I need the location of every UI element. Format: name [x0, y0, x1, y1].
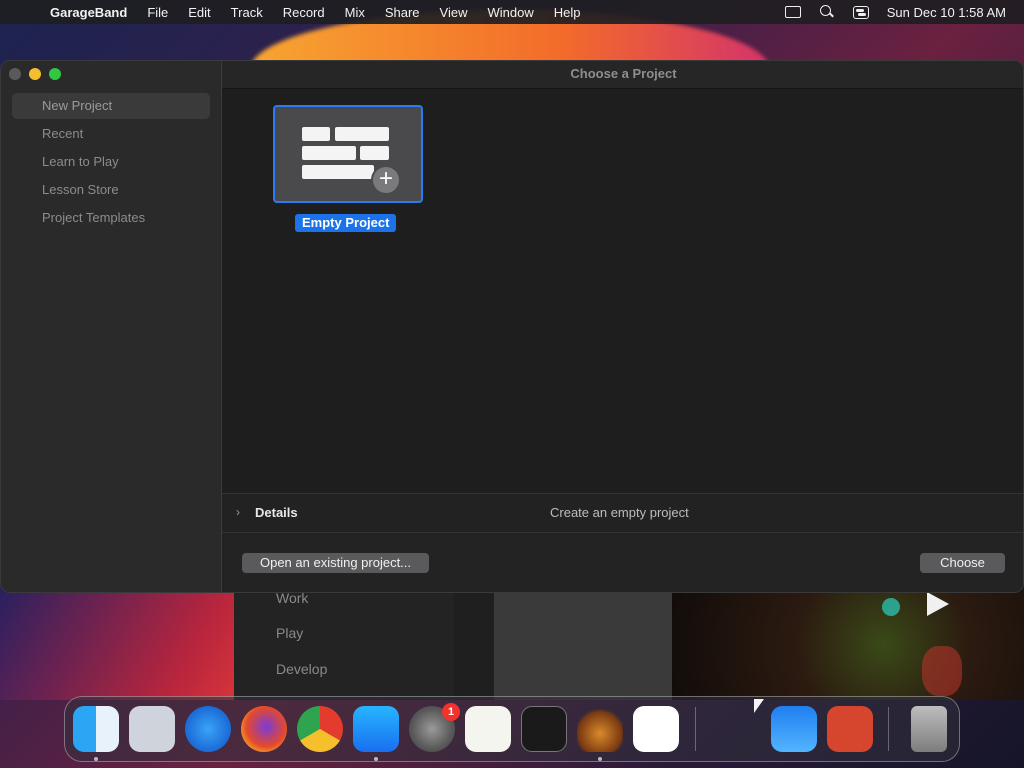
running-indicator — [598, 757, 602, 761]
zoom-button[interactable] — [49, 68, 61, 80]
choose-button[interactable]: Choose — [920, 553, 1005, 573]
details-toggle[interactable]: Details — [255, 505, 298, 520]
firefox-icon[interactable] — [241, 706, 287, 752]
tile-block — [302, 127, 330, 141]
minimize-button[interactable] — [29, 68, 41, 80]
menu-view[interactable]: View — [440, 5, 468, 20]
menu-help[interactable]: Help — [554, 5, 581, 20]
empty-project-label[interactable]: Empty Project — [295, 214, 397, 232]
spotlight-search-icon[interactable] — [819, 5, 835, 19]
sidebar-item-learn-to-play[interactable]: Learn to Play — [12, 149, 210, 175]
terminal-icon[interactable] — [521, 706, 567, 752]
launchpad-icon[interactable] — [129, 706, 175, 752]
menu-mix[interactable]: Mix — [345, 5, 365, 20]
dialog-footer: Open an existing project... Choose — [222, 533, 1023, 592]
notification-badge: 1 — [442, 703, 460, 721]
app-store-icon[interactable] — [353, 706, 399, 752]
finder-icon[interactable] — [73, 706, 119, 752]
menu-app-name[interactable]: GarageBand — [50, 5, 127, 20]
sidebar-item-new-project[interactable]: New Project — [12, 93, 210, 119]
dock-separator — [695, 707, 696, 751]
sidebar-item-project-templates[interactable]: Project Templates — [12, 205, 210, 231]
screen-mirroring-icon[interactable] — [784, 6, 801, 18]
chrome-icon[interactable] — [297, 706, 343, 752]
background-video — [672, 590, 1024, 700]
play-icon[interactable] — [927, 592, 949, 616]
menu-record[interactable]: Record — [283, 5, 325, 20]
textedit-icon[interactable] — [465, 706, 511, 752]
running-indicator — [374, 757, 378, 761]
menu-clock[interactable]: Sun Dec 10 1:58 AM — [887, 5, 1006, 20]
tile-block — [360, 146, 389, 160]
safari-icon[interactable] — [185, 706, 231, 752]
garageband-icon[interactable] — [577, 706, 623, 752]
menu-edit[interactable]: Edit — [188, 5, 210, 20]
remote-desktop-icon[interactable] — [827, 706, 873, 752]
trash-icon[interactable] — [911, 706, 947, 752]
window-title: Choose a Project — [222, 61, 1023, 89]
plus-icon: + — [371, 165, 401, 195]
menu-file[interactable]: File — [147, 5, 168, 20]
sidebar: New Project Recent Learn to Play Lesson … — [1, 61, 222, 592]
tile-block — [302, 165, 374, 179]
dock-separator — [888, 707, 889, 751]
tile-block — [335, 127, 389, 141]
menu-bar: GarageBand File Edit Track Record Mix Sh… — [0, 0, 1024, 24]
background-window: Work Play Develop — [234, 590, 672, 700]
running-indicator — [94, 757, 98, 761]
window-controls — [9, 68, 61, 80]
close-button[interactable] — [9, 68, 21, 80]
sidebar-list: New Project Recent Learn to Play Lesson … — [12, 93, 210, 233]
choose-project-window: New Project Recent Learn to Play Lesson … — [0, 60, 1024, 593]
sidebar-item-lesson-store[interactable]: Lesson Store — [12, 177, 210, 203]
sidebar-item-recent[interactable]: Recent — [12, 121, 210, 147]
details-description: Create an empty project — [550, 505, 689, 520]
menu-track[interactable]: Track — [231, 5, 263, 20]
empty-project-tile[interactable]: + — [273, 105, 423, 203]
wallpaper-red — [0, 590, 260, 700]
background-panel — [494, 590, 672, 700]
control-center-icon[interactable] — [852, 5, 869, 19]
details-bar: › Details Create an empty project — [222, 493, 1023, 533]
open-existing-project-button[interactable]: Open an existing project... — [242, 553, 429, 573]
video-figure — [922, 646, 962, 696]
mouse-cursor — [754, 699, 764, 713]
video-glow — [882, 598, 900, 616]
weather-icon[interactable] — [771, 706, 817, 752]
background-item-play[interactable]: Play — [276, 625, 303, 641]
chevron-right-icon[interactable]: › — [236, 505, 240, 519]
menu-share[interactable]: Share — [385, 5, 420, 20]
background-item-develop[interactable]: Develop — [276, 661, 327, 677]
dock: 1 — [64, 696, 960, 762]
vscode-icon[interactable] — [633, 706, 679, 752]
content-area: Choose a Project + Empty Project › Detai… — [222, 61, 1023, 592]
background-sidebar: Work Play Develop — [234, 590, 454, 700]
menu-window[interactable]: Window — [488, 5, 534, 20]
tile-block — [302, 146, 356, 160]
